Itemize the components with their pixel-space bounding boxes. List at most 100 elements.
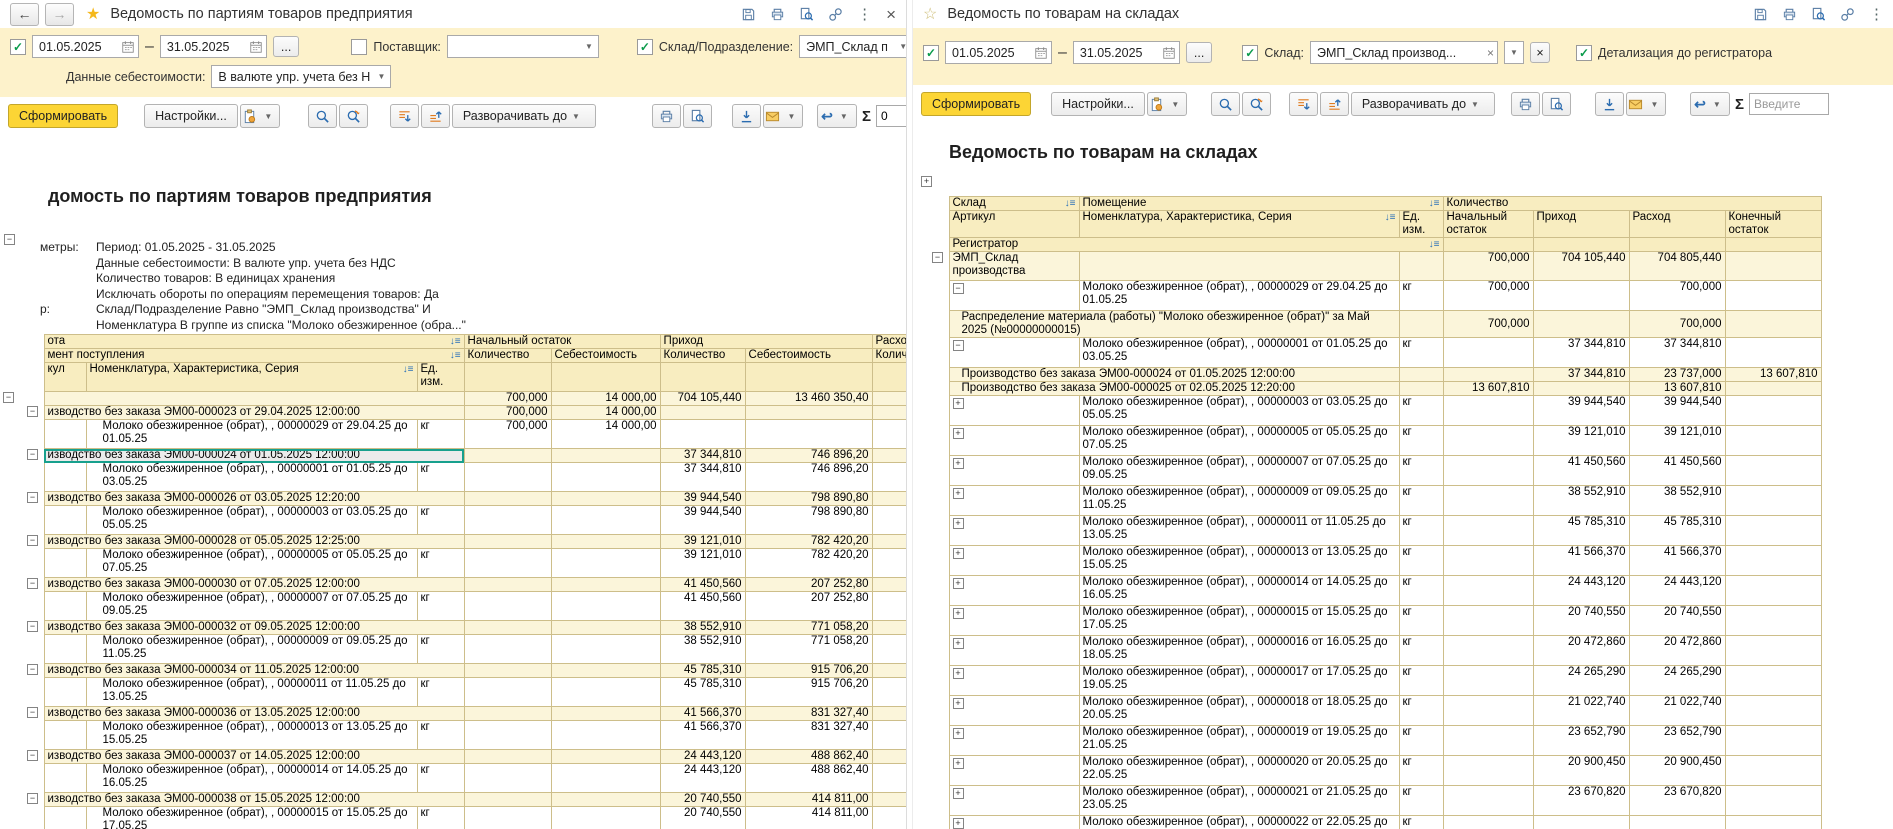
column-header-article[interactable]: кул — [44, 363, 86, 392]
cell[interactable] — [1443, 546, 1533, 576]
cell[interactable]: 23 670,820 — [1533, 786, 1629, 816]
cell[interactable]: Молоко обезжиренное (обрат), , 00000015 … — [1079, 606, 1399, 636]
clear-filter-button[interactable]: × — [1530, 42, 1550, 63]
row-expander[interactable]: − — [953, 340, 964, 351]
cell[interactable] — [1443, 666, 1533, 696]
cell[interactable] — [1399, 368, 1443, 382]
cell[interactable] — [464, 535, 551, 549]
save-file-button[interactable] — [1595, 92, 1624, 116]
undo-button[interactable]: ↩ ▼ — [1690, 92, 1730, 116]
row-expander[interactable]: + — [953, 668, 964, 679]
cell[interactable]: 414 811,00 — [745, 807, 872, 829]
cell[interactable] — [872, 707, 906, 721]
cell[interactable]: изводство без заказа ЭМ00-000023 от 29.0… — [44, 406, 464, 420]
cell[interactable]: 37 344,810 — [1629, 338, 1725, 368]
cell[interactable] — [551, 549, 660, 578]
cell[interactable] — [44, 807, 86, 829]
sort-icon[interactable]: ↓≡ — [1065, 197, 1076, 210]
table-row[interactable]: Молоко обезжиренное (обрат), , 00000011 … — [0, 678, 906, 707]
favorite-star-icon[interactable]: ★ — [86, 4, 100, 24]
calendar-icon[interactable] — [249, 40, 263, 54]
collapse-all-button[interactable] — [421, 104, 450, 128]
sort-icon[interactable]: ↓≡ — [1385, 211, 1396, 224]
cell[interactable]: Молоко обезжиренное (обрат), , 00000021 … — [1079, 786, 1399, 816]
cell[interactable]: кг — [1399, 426, 1443, 456]
row-expander[interactable]: + — [953, 818, 964, 829]
date-from-input[interactable]: 01.05.2025 — [32, 35, 139, 58]
cell[interactable] — [464, 492, 551, 506]
cell[interactable]: кг — [1399, 338, 1443, 368]
cell[interactable]: 41 566,370 — [660, 721, 745, 750]
table-row[interactable]: +Молоко обезжиренное (обрат), , 00000005… — [929, 426, 1821, 456]
print-preview-button[interactable] — [683, 104, 712, 128]
cell[interactable] — [464, 764, 551, 793]
cell[interactable]: кг — [417, 549, 464, 578]
cell[interactable] — [872, 621, 906, 635]
cell[interactable] — [44, 506, 86, 535]
print-icon[interactable] — [770, 7, 785, 22]
row-expander[interactable]: − — [3, 392, 14, 403]
table-row[interactable]: Молоко обезжиренное (обрат), , 00000003 … — [0, 506, 906, 535]
cell[interactable] — [551, 750, 660, 764]
table-row[interactable]: +Молоко обезжиренное (обрат), , 00000011… — [929, 516, 1821, 546]
cell[interactable]: кг — [1399, 816, 1443, 829]
table-row[interactable]: +Молоко обезжиренное (обрат), , 00000013… — [929, 546, 1821, 576]
row-expander[interactable]: + — [953, 488, 964, 499]
cell[interactable]: + — [949, 666, 1079, 696]
table-row[interactable]: − Молоко обезжиренное (обрат), , 00000001… — [929, 338, 1821, 368]
expand-all-button[interactable] — [390, 104, 419, 128]
cell[interactable] — [1443, 696, 1533, 726]
row-expander[interactable]: − — [27, 793, 38, 804]
cell[interactable] — [464, 463, 551, 492]
cell[interactable] — [660, 420, 745, 449]
cell[interactable]: 746 896,20 — [745, 463, 872, 492]
row-expander[interactable]: + — [953, 638, 964, 649]
chevron-down-icon[interactable]: ▼ — [894, 42, 907, 51]
column-header-opening-balance[interactable]: Начальный остаток — [1443, 211, 1533, 238]
cell[interactable] — [1443, 606, 1533, 636]
row-expander[interactable]: + — [953, 518, 964, 529]
cell[interactable] — [1725, 756, 1821, 786]
cell[interactable]: 24 265,290 — [1533, 666, 1629, 696]
more-menu-icon[interactable]: ⋮ — [1869, 7, 1884, 22]
cell[interactable]: 41 450,560 — [1629, 456, 1725, 486]
cell[interactable]: Молоко обезжиренное (обрат), , 00000001 … — [1079, 338, 1399, 368]
cell[interactable]: Молоко обезжиренное (обрат), , 00000020 … — [1079, 756, 1399, 786]
sum-input[interactable] — [1749, 93, 1829, 115]
save-icon[interactable] — [1753, 7, 1768, 22]
row-expander[interactable]: − — [27, 535, 38, 546]
search-button[interactable] — [1211, 92, 1240, 116]
supplier-checkbox[interactable] — [351, 39, 367, 55]
cell[interactable] — [464, 578, 551, 592]
warehouse-select[interactable]: ЭМП_Склад производ... × — [1310, 41, 1498, 64]
cell[interactable]: 37 344,810 — [1533, 338, 1629, 368]
cell[interactable]: 23 652,790 — [1629, 726, 1725, 756]
cell[interactable] — [1725, 816, 1821, 829]
row-expander[interactable]: − — [27, 406, 38, 417]
cell[interactable]: 771 058,20 — [745, 621, 872, 635]
row-expander[interactable]: − — [953, 283, 964, 294]
cell[interactable] — [551, 807, 660, 829]
sort-icon[interactable]: ↓≡ — [1429, 197, 1440, 210]
row-expander[interactable]: + — [953, 398, 964, 409]
cell[interactable]: Молоко обезжиренное (обрат), , 00000009 … — [1079, 486, 1399, 516]
cell[interactable]: 915 706,20 — [745, 664, 872, 678]
cell[interactable] — [551, 578, 660, 592]
cell[interactable]: кг — [417, 807, 464, 829]
cell[interactable]: + — [949, 426, 1079, 456]
settings-button[interactable]: Настройки... — [1051, 92, 1145, 116]
cell[interactable] — [1725, 636, 1821, 666]
cell[interactable]: + — [949, 576, 1079, 606]
cell[interactable]: Молоко обезжиренное (обрат), , 00000013 … — [1079, 546, 1399, 576]
cell[interactable]: кг — [1399, 786, 1443, 816]
calendar-icon[interactable] — [1034, 46, 1048, 60]
print-button[interactable] — [1511, 92, 1540, 116]
sum-input[interactable] — [876, 105, 907, 127]
cell[interactable] — [1725, 606, 1821, 636]
cancel-search-button[interactable] — [339, 104, 368, 128]
cell[interactable]: 24 443,120 — [660, 764, 745, 793]
cell[interactable]: + — [949, 516, 1079, 546]
favorite-star-icon[interactable]: ☆ — [923, 4, 937, 24]
cell[interactable]: 704 105,440 — [1533, 252, 1629, 281]
cost-data-select[interactable]: В валюте упр. учета без Н ▼ — [211, 65, 391, 88]
